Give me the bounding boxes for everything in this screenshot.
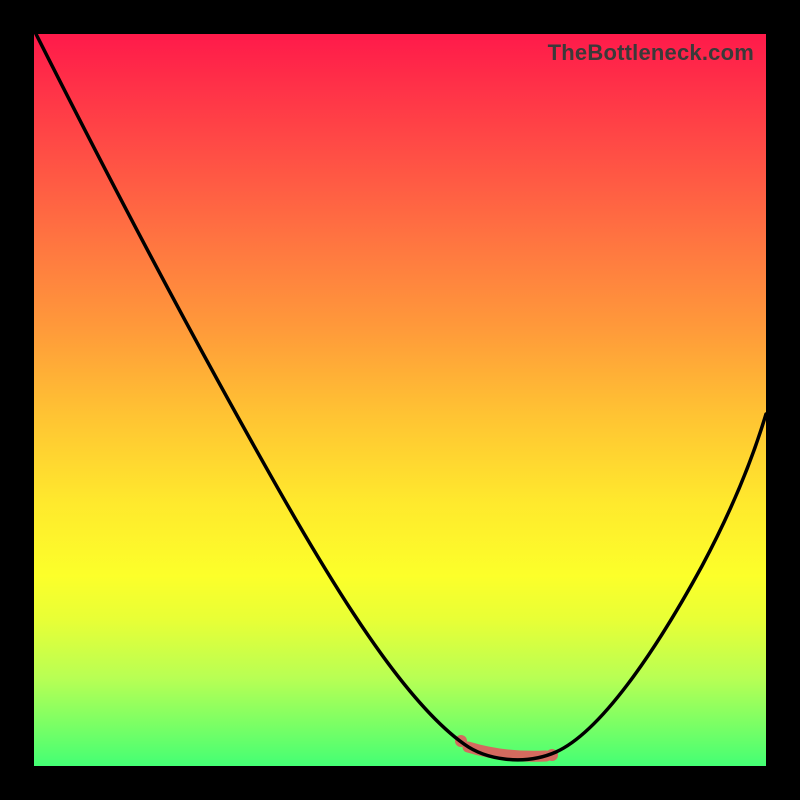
chart-frame: TheBottleneck.com (0, 0, 800, 800)
bottleneck-curve (36, 34, 766, 760)
chart-svg (34, 34, 766, 766)
plot-area: TheBottleneck.com (34, 34, 766, 766)
